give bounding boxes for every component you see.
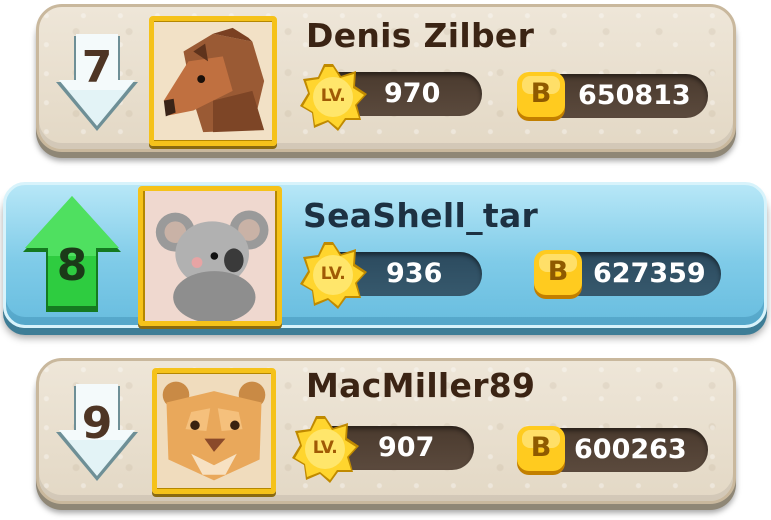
coins-value: 627359	[593, 258, 706, 289]
level-badge-label: LV.	[312, 438, 338, 458]
rank-number: 7	[81, 42, 113, 93]
coin-badge-label: B	[530, 78, 552, 109]
leaderboard-row[interactable]: 9 MacMiller89 907 LV. 600263 B	[36, 358, 736, 504]
rank-up-arrow-icon: 8	[21, 196, 123, 314]
coin-b-icon: B	[516, 72, 566, 122]
level-badge-label: LV.	[320, 86, 346, 106]
coin-badge-label: B	[530, 432, 552, 463]
level-badge-label: LV.	[320, 264, 346, 284]
level-star-icon: LV.	[290, 414, 360, 484]
level-value: 936	[386, 258, 443, 289]
player-name: Denis Zilber	[306, 16, 535, 55]
player-name: SeaShell_tar	[303, 196, 539, 235]
koala-icon	[145, 191, 275, 321]
leaderboard-row[interactable]: 7 Denis Zilber 970 LV. 650813 B	[36, 4, 736, 152]
boar-icon	[154, 22, 272, 140]
rank-number: 8	[56, 240, 88, 291]
player-avatar[interactable]	[149, 16, 277, 146]
rank-down-arrow-icon: 7	[54, 34, 140, 134]
coins-value: 650813	[578, 80, 691, 111]
rank-number: 9	[81, 398, 113, 449]
level-value: 970	[384, 78, 441, 109]
coin-b-icon: B	[516, 426, 566, 476]
coins-value: 600263	[574, 434, 687, 465]
player-avatar[interactable]	[138, 186, 282, 326]
coin-badge-label: B	[547, 256, 569, 287]
level-value: 907	[378, 432, 435, 463]
player-avatar[interactable]	[152, 368, 276, 494]
player-name: MacMiller89	[306, 366, 536, 405]
lion-cub-icon	[157, 374, 271, 488]
leaderboard-row-current-player[interactable]: 8 SeaShell_tar 936 LV. 627359 B	[3, 182, 767, 328]
level-star-icon: LV.	[298, 62, 368, 132]
coin-b-icon: B	[533, 250, 583, 300]
level-star-icon: LV.	[298, 240, 368, 310]
rank-down-arrow-icon: 9	[54, 384, 140, 484]
